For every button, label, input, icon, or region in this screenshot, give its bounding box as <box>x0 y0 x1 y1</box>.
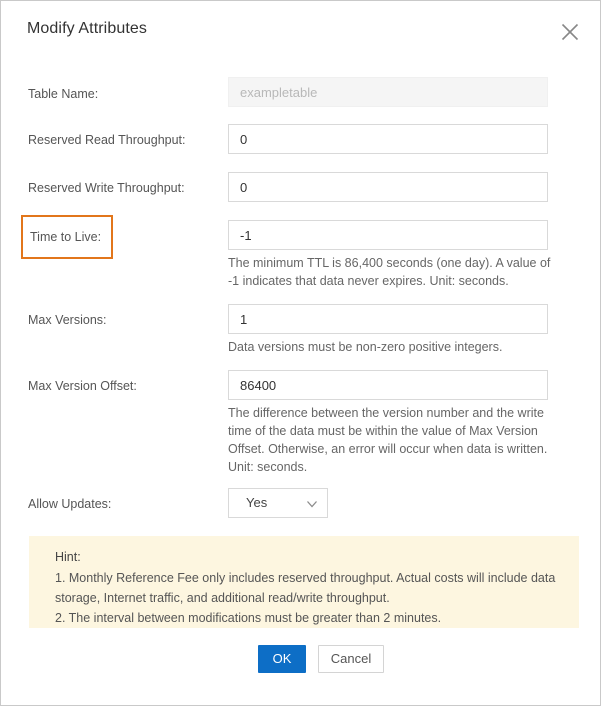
hint-line-1: 1. Monthly Reference Fee only includes r… <box>55 571 556 605</box>
form-row-reserved-read-throughput: Reserved Read Throughput: <box>1 124 600 158</box>
reserved-read-throughput-input[interactable] <box>228 124 548 154</box>
cancel-button[interactable]: Cancel <box>318 645 384 673</box>
label-time-to-live: Time to Live: <box>21 215 114 259</box>
label-reserved-read-throughput: Reserved Read Throughput: <box>28 133 186 147</box>
max-versions-input[interactable] <box>228 304 548 334</box>
helper-max-versions: Data versions must be non-zero positive … <box>228 340 503 354</box>
form-row-max-version-offset: Max Version Offset: The difference betwe… <box>1 370 600 474</box>
allow-updates-selected-value: Yes <box>246 495 268 510</box>
helper-time-to-live: The minimum TTL is 86,400 seconds (one d… <box>228 256 551 288</box>
modify-attributes-dialog: Modify Attributes Table Name: Reserved R… <box>0 0 601 706</box>
max-version-offset-input[interactable] <box>228 370 548 400</box>
time-to-live-input[interactable] <box>228 220 548 250</box>
label-max-versions: Max Versions: <box>28 313 107 327</box>
form-row-allow-updates: Allow Updates: Yes <box>1 488 600 522</box>
label-reserved-write-throughput: Reserved Write Throughput: <box>28 181 185 195</box>
table-name-input <box>228 77 548 107</box>
dialog-header: Modify Attributes <box>1 1 600 63</box>
form-row-table-name: Table Name: <box>1 77 600 111</box>
form-row-reserved-write-throughput: Reserved Write Throughput: <box>1 172 600 206</box>
label-allow-updates: Allow Updates: <box>28 497 112 511</box>
form-row-max-versions: Max Versions: Data versions must be non-… <box>1 304 600 354</box>
hint-line-2: 2. The interval between modifications mu… <box>55 611 442 625</box>
chevron-down-icon <box>306 498 318 510</box>
allow-updates-select[interactable]: Yes <box>228 488 328 518</box>
ok-button[interactable]: OK <box>258 645 306 673</box>
form-row-time-to-live: Time to Live: The minimum TTL is 86,400 … <box>1 215 600 288</box>
reserved-write-throughput-input[interactable] <box>228 172 548 202</box>
page-title: Modify Attributes <box>27 20 147 37</box>
label-table-name: Table Name: <box>28 87 99 101</box>
close-icon[interactable] <box>557 19 583 45</box>
label-max-version-offset: Max Version Offset: <box>28 379 137 393</box>
helper-max-version-offset: The difference between the version numbe… <box>228 406 548 474</box>
hint-title: Hint: <box>55 550 81 564</box>
hint-panel: Hint: 1. Monthly Reference Fee only incl… <box>29 536 579 628</box>
